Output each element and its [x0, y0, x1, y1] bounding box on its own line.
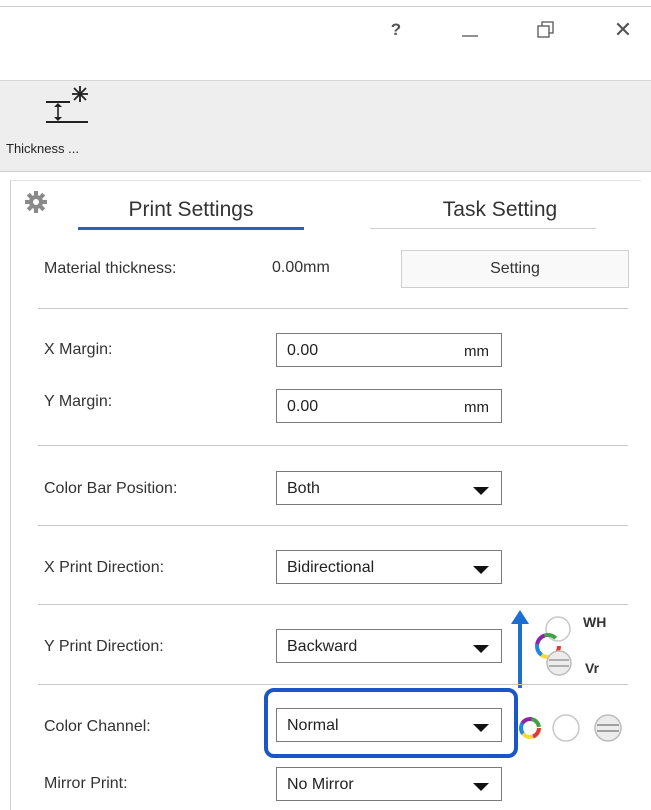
divider	[38, 604, 628, 605]
color-channel-value: Normal	[287, 717, 339, 734]
mirror-print-label: Mirror Print:	[44, 775, 128, 792]
up-arrow-icon	[511, 610, 529, 688]
tab-selected-indicator	[78, 227, 304, 230]
divider	[38, 308, 628, 309]
minimize-icon	[462, 35, 478, 37]
y-margin-field[interactable]: 0.00 mm	[276, 389, 502, 423]
y-margin-unit: mm	[464, 399, 489, 416]
gear-icon[interactable]	[24, 190, 48, 214]
y-margin-value: 0.00	[287, 398, 319, 415]
white-varnish-icon[interactable]	[532, 612, 582, 682]
x-print-direction-dropdown[interactable]: Bidirectional	[276, 550, 502, 584]
tab-underline	[370, 228, 596, 229]
mirror-print-dropdown[interactable]: No Mirror	[276, 767, 502, 801]
minimize-button[interactable]	[450, 14, 490, 46]
close-button[interactable]: ✕	[603, 14, 643, 46]
y-print-direction-label: Y Print Direction:	[44, 638, 164, 655]
tab-task-setting[interactable]: Task Setting	[370, 188, 630, 232]
y-margin-label: Y Margin:	[44, 393, 113, 410]
help-button[interactable]: ?	[376, 14, 416, 46]
window-top-border	[0, 6, 651, 7]
wh-label: WH	[583, 614, 607, 630]
thickness-tool-label: Thickness ...	[6, 141, 79, 156]
thickness-tool-button[interactable]: Thickness ...	[6, 84, 126, 170]
vr-label: Vr	[585, 660, 600, 676]
color-channel-label: Color Channel:	[44, 718, 151, 735]
tab-print-settings[interactable]: Print Settings	[78, 188, 304, 232]
divider	[38, 525, 628, 526]
material-thickness-value: 0.00mm	[272, 259, 330, 276]
chevron-down-icon	[473, 724, 489, 732]
mirror-print-value: No Mirror	[287, 776, 354, 793]
y-print-direction-value: Backward	[287, 638, 358, 655]
chevron-down-icon	[473, 783, 489, 791]
chevron-down-icon	[473, 645, 489, 653]
color-channel-dropdown[interactable]: Normal	[276, 708, 502, 742]
y-print-direction-dropdown[interactable]: Backward	[276, 629, 502, 663]
restore-button[interactable]	[526, 14, 566, 46]
color-bar-position-dropdown[interactable]: Both	[276, 471, 502, 505]
restore-icon	[537, 21, 554, 38]
x-margin-field[interactable]: 0.00 mm	[276, 333, 502, 367]
x-print-direction-value: Bidirectional	[287, 559, 375, 576]
color-bar-position-value: Both	[287, 480, 320, 497]
thickness-icon	[46, 86, 88, 123]
chevron-down-icon	[473, 566, 489, 574]
thickness-setting-button[interactable]: Setting	[401, 250, 629, 288]
color-bar-position-label: Color Bar Position:	[44, 480, 178, 497]
chevron-down-icon	[473, 487, 489, 495]
x-margin-value: 0.00	[287, 342, 319, 359]
material-thickness-label: Material thickness:	[44, 260, 177, 277]
x-print-direction-label: X Print Direction:	[44, 559, 165, 576]
color-channel-icons	[519, 714, 622, 742]
divider	[38, 445, 628, 446]
x-margin-label: X Margin:	[44, 341, 113, 358]
x-margin-unit: mm	[464, 343, 489, 360]
divider	[38, 684, 628, 685]
